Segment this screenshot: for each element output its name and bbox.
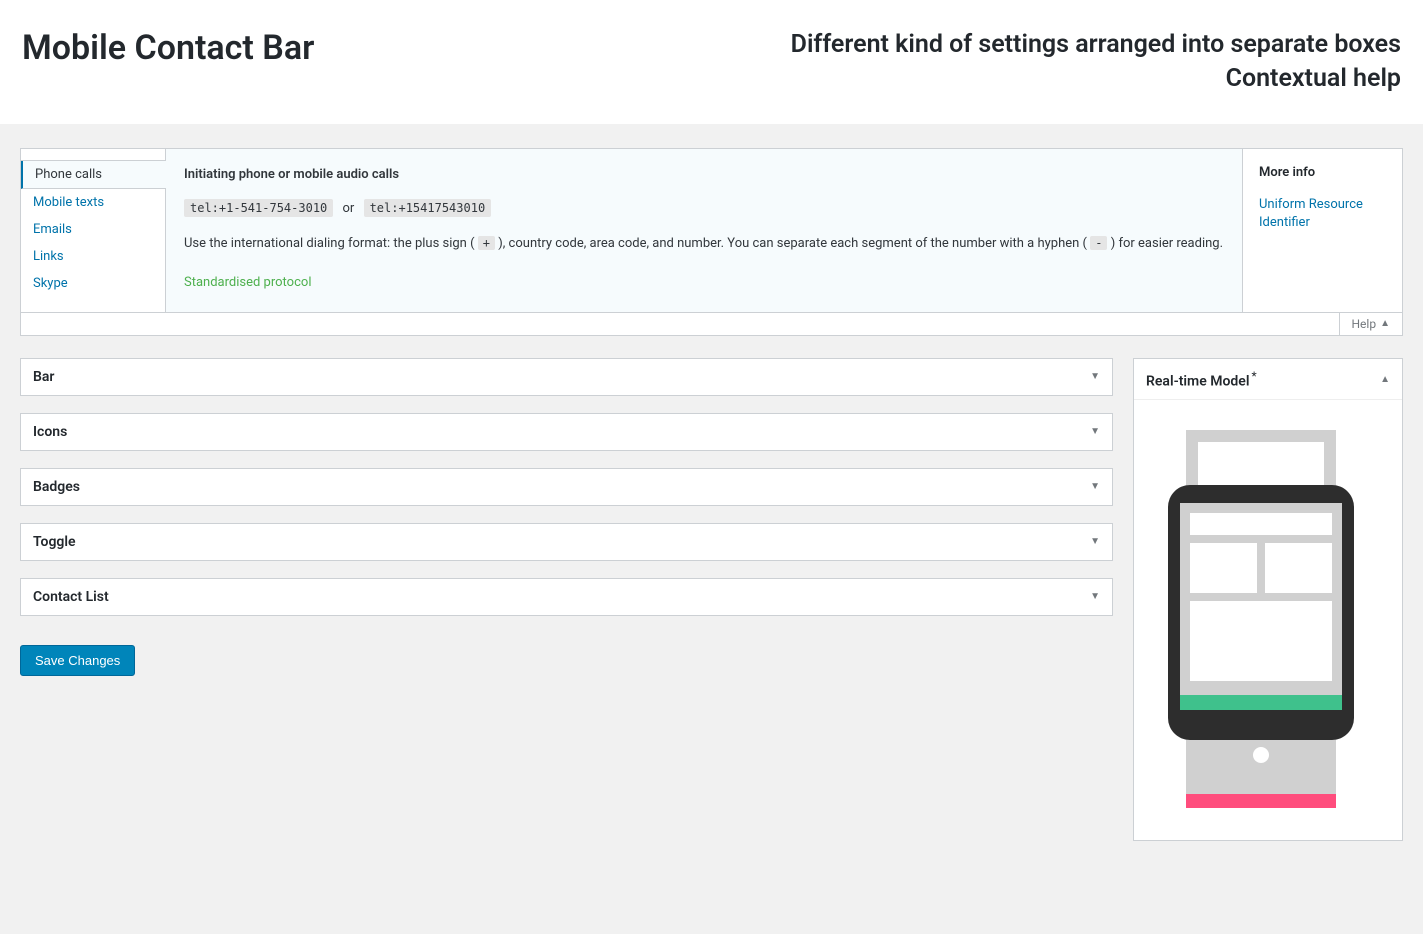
page-tagline: Different kind of settings arranged into…: [791, 28, 1401, 96]
chevron-up-icon: ▲: [1380, 318, 1390, 329]
help-toggle-row: Help ▲: [20, 312, 1403, 336]
help-content-heading: Initiating phone or mobile audio calls: [184, 165, 1224, 186]
example-code-2: tel:+15417543010: [364, 199, 492, 217]
help-tab-mobile-texts[interactable]: Mobile texts: [21, 189, 165, 216]
phone-home-button-icon: [1253, 747, 1269, 763]
standardised-protocol-link[interactable]: Standardised protocol: [184, 273, 311, 294]
chevron-down-icon: ▼: [1090, 591, 1100, 602]
metabox-badges-header[interactable]: Badges ▼: [21, 469, 1112, 505]
page-title: Mobile Contact Bar: [22, 28, 314, 68]
realtime-model-panel: Real-time Model* ▲: [1133, 358, 1403, 842]
realtime-model-preview: [1134, 400, 1402, 840]
chevron-up-icon: ▲: [1380, 374, 1390, 385]
metabox-contact-list-header[interactable]: Contact List ▼: [21, 579, 1112, 615]
contextual-help-panel: Phone calls Mobile texts Emails Links Sk…: [20, 148, 1403, 312]
chevron-down-icon: ▼: [1090, 536, 1100, 547]
page-header: Mobile Contact Bar Different kind of set…: [0, 0, 1423, 124]
metabox-icons-header[interactable]: Icons ▼: [21, 414, 1112, 450]
help-sidebar: More info Uniform Resource Identifier: [1242, 149, 1402, 312]
help-sidebar-title: More info: [1259, 165, 1386, 180]
chevron-down-icon: ▼: [1090, 481, 1100, 492]
help-tab-links[interactable]: Links: [21, 243, 165, 270]
metabox-icons: Icons ▼: [20, 413, 1113, 451]
help-toggle[interactable]: Help ▲: [1339, 313, 1403, 335]
chevron-down-icon: ▼: [1090, 426, 1100, 437]
metabox-contact-list: Contact List ▼: [20, 578, 1113, 616]
dash-key: -: [1090, 236, 1107, 250]
help-tab-skype[interactable]: Skype: [21, 270, 165, 297]
chevron-down-icon: ▼: [1090, 371, 1100, 382]
realtime-model-header[interactable]: Real-time Model* ▲: [1134, 359, 1402, 401]
help-instruction: Use the international dialing format: th…: [184, 234, 1224, 255]
metabox-badges: Badges ▼: [20, 468, 1113, 506]
help-content: Initiating phone or mobile audio calls t…: [166, 149, 1242, 312]
save-changes-button[interactable]: Save Changes: [20, 645, 135, 676]
help-tab-emails[interactable]: Emails: [21, 216, 165, 243]
metabox-bar-header[interactable]: Bar ▼: [21, 359, 1112, 395]
preview-phone-frame: [1168, 485, 1354, 740]
plus-key: +: [478, 236, 495, 250]
preview-contact-bar-green: [1180, 695, 1342, 710]
help-tab-phone-calls[interactable]: Phone calls: [21, 161, 166, 189]
metabox-toggle: Toggle ▼: [20, 523, 1113, 561]
help-tab-list: Phone calls Mobile texts Emails Links Sk…: [21, 149, 166, 312]
metabox-bar: Bar ▼: [20, 358, 1113, 396]
example-code-1: tel:+1-541-754-3010: [184, 199, 333, 217]
uri-link[interactable]: Uniform Resource Identifier: [1259, 197, 1363, 230]
preview-contact-bar-pink: [1186, 794, 1336, 808]
metabox-toggle-header[interactable]: Toggle ▼: [21, 524, 1112, 560]
